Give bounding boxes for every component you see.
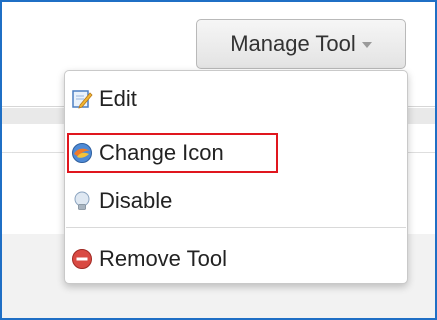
manage-tool-button[interactable]: Manage Tool <box>196 19 406 69</box>
menu-item-remove-tool[interactable]: Remove Tool <box>67 239 405 279</box>
edit-icon <box>71 88 93 110</box>
chevron-down-icon <box>361 42 372 48</box>
remove-icon <box>71 248 93 270</box>
menu-divider <box>66 227 406 228</box>
menu-item-label: Disable <box>99 188 173 213</box>
screenshot-frame: Manage Tool Edit Change Icon Disable Rem… <box>0 0 437 320</box>
highlight-box <box>67 133 278 173</box>
manage-tool-label: Manage Tool <box>230 31 356 56</box>
menu-item-disable[interactable]: Disable <box>67 181 405 221</box>
manage-tool-menu: Edit Change Icon Disable Remove Tool <box>64 70 408 284</box>
menu-item-label: Edit <box>99 86 137 111</box>
menu-item-change-icon[interactable]: Change Icon <box>67 133 405 173</box>
lightbulb-icon <box>71 190 93 212</box>
menu-item-label: Remove Tool <box>99 246 227 271</box>
menu-item-edit[interactable]: Edit <box>67 79 405 119</box>
